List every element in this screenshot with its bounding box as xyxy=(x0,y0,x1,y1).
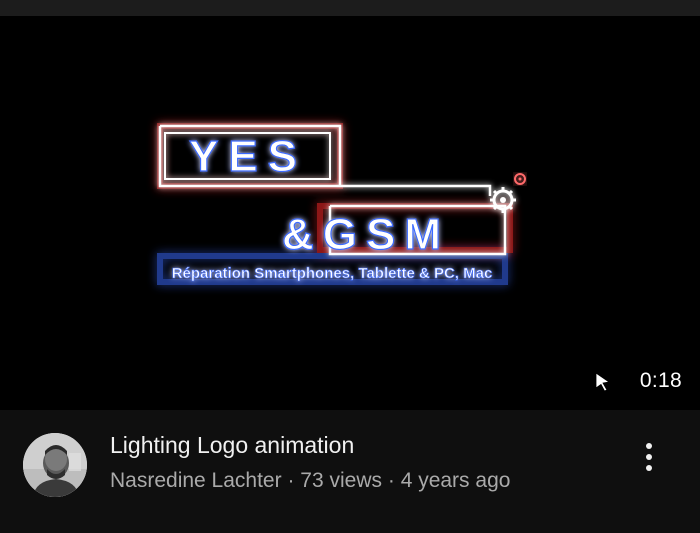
svg-text:&GSM: &GSM xyxy=(282,210,450,259)
video-title[interactable]: Lighting Logo animation xyxy=(110,432,354,459)
small-gear-icon xyxy=(514,173,526,185)
video-duration: 0:18 xyxy=(639,369,682,392)
channel-avatar[interactable] xyxy=(23,433,87,497)
avatar-photo xyxy=(23,433,87,497)
more-dot xyxy=(646,454,652,460)
channel-name[interactable]: Nasredine Lachter xyxy=(110,469,282,492)
yes-gsm-logo: YES &GSM Réparation Smartphones, Tablett… xyxy=(157,123,526,285)
top-bar xyxy=(0,0,700,16)
logo-tagline: Réparation Smartphones, Tablette & PC, M… xyxy=(171,265,493,283)
more-vert-icon[interactable] xyxy=(632,432,666,482)
logo-line2: &GSM xyxy=(281,209,450,259)
meta-separator: · xyxy=(387,469,395,492)
more-dot xyxy=(646,465,652,471)
pointer-cursor-icon xyxy=(595,372,610,392)
logo-line1: YES xyxy=(164,131,331,182)
more-dot xyxy=(646,443,652,449)
video-thumbnail[interactable]: YES &GSM Réparation Smartphones, Tablett… xyxy=(0,16,700,410)
view-count: 73 views xyxy=(300,469,382,492)
meta-separator: · xyxy=(287,469,295,492)
video-meta: Nasredine Lachter · 73 views · 4 years a… xyxy=(110,469,510,493)
svg-text:YES: YES xyxy=(189,132,307,181)
upload-age: 4 years ago xyxy=(400,469,511,492)
video-details: Lighting Logo animation Nasredine Lachte… xyxy=(0,410,700,533)
svg-text:Réparation Smartphones, Tablet: Réparation Smartphones, Tablette & PC, M… xyxy=(172,265,493,282)
